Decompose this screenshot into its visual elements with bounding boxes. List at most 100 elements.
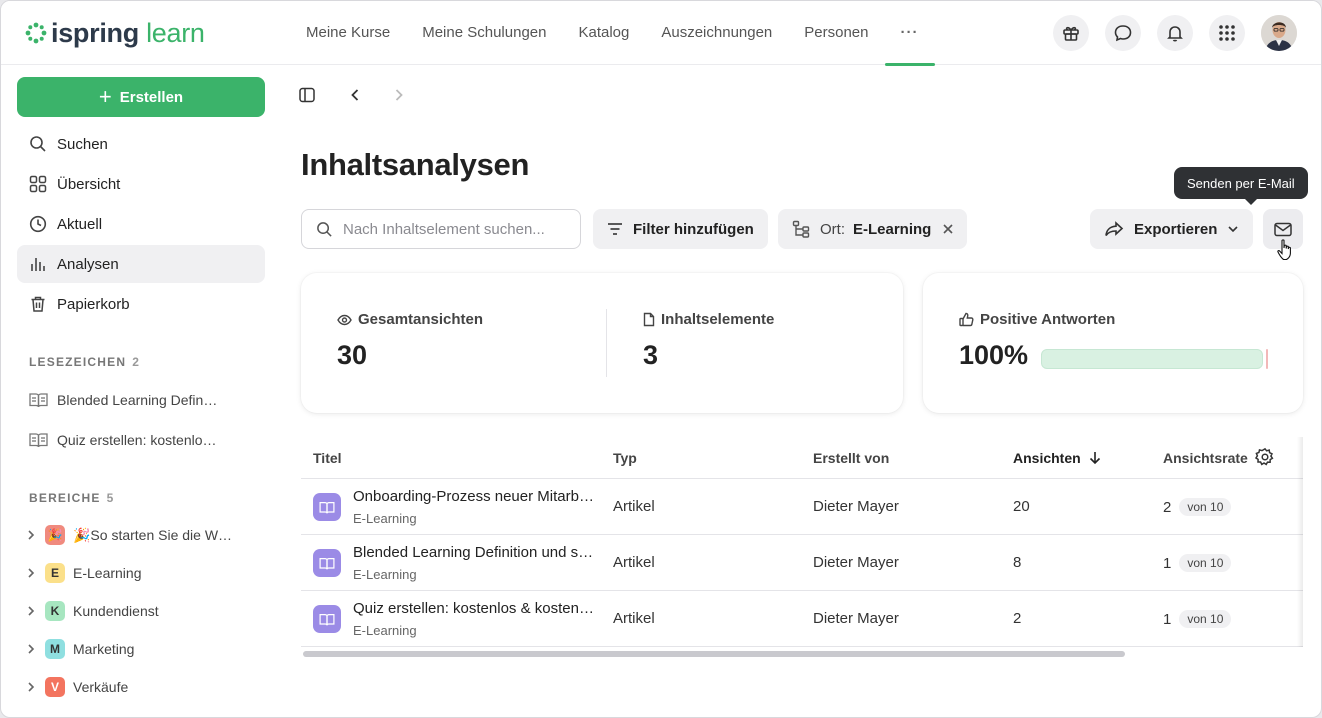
sidebar-item-suchen[interactable]: Suchen [17, 125, 265, 163]
bookmarks-section-title: LESEZEICHEN 2 [29, 355, 140, 369]
share-arrow-icon [1104, 221, 1124, 237]
area-label: Marketing [73, 641, 135, 657]
nav-personen[interactable]: Personen [788, 1, 884, 65]
bookmarks-title: LESEZEICHEN [29, 355, 127, 369]
areas-section-title: BEREICHE 5 [29, 491, 115, 505]
location-filter-chip[interactable]: Ort: E-Learning [778, 209, 968, 249]
chevron-right-icon[interactable] [27, 605, 39, 617]
gear-icon [1254, 447, 1274, 466]
article-icon [313, 605, 341, 633]
bookmark-item[interactable]: Quiz erstellen: kostenlo… [29, 430, 269, 450]
article-icon [313, 493, 341, 521]
horizontal-scrollbar[interactable] [303, 651, 1125, 657]
row-type: Artikel [613, 610, 655, 627]
chat-icon [1114, 25, 1132, 42]
row-rate-value: 2 [1163, 499, 1172, 516]
area-item-verkaeufe[interactable]: V Verkäufe [27, 676, 267, 698]
chat-button[interactable] [1105, 15, 1141, 51]
logo-word-learn: learn [146, 18, 205, 48]
column-header-created-by[interactable]: Erstellt von [813, 450, 889, 466]
total-views-metric: Gesamtansichten 30 [337, 311, 483, 371]
sidebar-item-uebersicht[interactable]: Übersicht [17, 165, 265, 203]
row-author: Dieter Mayer [813, 498, 899, 515]
nav-meine-schulungen[interactable]: Meine Schulungen [406, 1, 562, 65]
table-row[interactable]: Onboarding-Prozess neuer Mitarb… E-Learn… [301, 479, 1303, 535]
chevron-right-icon[interactable] [27, 681, 39, 693]
toggle-sidebar-button[interactable] [295, 83, 319, 107]
sidebar-item-label: Suchen [57, 135, 108, 153]
user-avatar[interactable] [1261, 15, 1297, 51]
row-author: Dieter Mayer [813, 610, 899, 627]
gift-icon [1063, 26, 1079, 41]
forward-button[interactable] [387, 83, 411, 107]
row-views: 20 [1013, 498, 1030, 515]
column-header-title[interactable]: Titel [313, 450, 342, 466]
bookmark-item[interactable]: Blended Learning Defin… [29, 390, 269, 410]
column-header-view-rate[interactable]: Ansichtsrate [1163, 450, 1248, 466]
column-header-type[interactable]: Typ [613, 450, 637, 466]
chevron-right-icon[interactable] [27, 643, 39, 655]
sidebar-item-papierkorb[interactable]: Papierkorb [17, 285, 265, 323]
table-settings-button[interactable] [1254, 447, 1275, 470]
sidebar-item-analysen[interactable]: Analysen [17, 245, 265, 283]
row-title[interactable]: Quiz erstellen: kostenlos & kosten… [353, 600, 594, 617]
remove-filter-icon[interactable] [943, 224, 953, 234]
chevron-down-icon [1227, 225, 1239, 233]
eye-icon [337, 314, 352, 326]
main-nav: Meine Kurse Meine Schulungen Katalog Aus… [290, 1, 935, 66]
content-table: Titel Typ Erstellt von Ansichten Ansicht… [301, 437, 1303, 647]
negative-answers-marker [1266, 349, 1268, 369]
apps-button[interactable] [1209, 15, 1245, 51]
nav-more-button[interactable]: ··· [884, 1, 935, 66]
search-input[interactable] [343, 220, 563, 238]
chevron-right-icon [395, 89, 403, 101]
area-item-marketing[interactable]: M Marketing [27, 638, 267, 660]
create-button-label: Erstellen [119, 88, 184, 106]
area-item-e-learning[interactable]: E E-Learning [27, 562, 267, 584]
area-badge: M [45, 639, 65, 659]
row-rate-value: 1 [1163, 555, 1172, 572]
area-item-kundendienst[interactable]: K Kundendienst [27, 600, 267, 622]
row-location: E-Learning [353, 567, 417, 582]
row-author: Dieter Mayer [813, 554, 899, 571]
table-row[interactable]: Quiz erstellen: kostenlos & kosten… E-Le… [301, 591, 1303, 647]
main-content: Inhaltsanalysen Filter hinzufügen Ort: E… [281, 65, 1321, 717]
thumbs-up-icon [959, 312, 974, 327]
area-item-so-starten[interactable]: 🎉 🎉So starten Sie die W… [27, 524, 267, 546]
plus-icon: + [98, 84, 112, 109]
logo[interactable]: ispring learn [25, 18, 205, 48]
nav-meine-kurse[interactable]: Meine Kurse [290, 1, 406, 65]
sidebar-item-label: Aktuell [57, 215, 103, 233]
sidebar-nav: Suchen Übersicht Aktuell Analysen Papier… [17, 125, 265, 325]
area-label: Verkäufe [73, 679, 129, 695]
send-email-tooltip: Senden per E-Mail [1174, 167, 1308, 205]
gift-button[interactable] [1053, 15, 1089, 51]
table-header: Titel Typ Erstellt von Ansichten Ansicht… [301, 437, 1303, 479]
area-badge: V [45, 677, 65, 697]
total-views-label: Gesamtansichten [358, 311, 484, 328]
back-button[interactable] [343, 83, 367, 107]
chevron-right-icon[interactable] [27, 567, 39, 579]
content-items-value: 3 [643, 340, 659, 370]
sidebar-item-aktuell[interactable]: Aktuell [17, 205, 265, 243]
chevron-right-icon[interactable] [27, 529, 39, 541]
add-filter-button[interactable]: Filter hinzufügen [593, 209, 768, 249]
search-icon [317, 221, 332, 237]
ispring-logo-icon [25, 22, 47, 44]
chevron-left-icon [351, 89, 359, 101]
logo-word-ispring: ispring [51, 18, 139, 48]
row-title[interactable]: Blended Learning Definition und s… [353, 544, 593, 561]
create-button[interactable]: + Erstellen [17, 77, 265, 117]
column-header-views[interactable]: Ansichten [1013, 450, 1101, 466]
user-avatar-image [1261, 15, 1297, 51]
export-button[interactable]: Exportieren [1090, 209, 1254, 249]
row-type: Artikel [613, 498, 655, 515]
row-title[interactable]: Onboarding-Prozess neuer Mitarb… [353, 488, 594, 505]
search-box[interactable] [301, 209, 581, 249]
row-view-rate: 1 von 10 [1163, 554, 1232, 572]
nav-katalog[interactable]: Katalog [562, 1, 645, 65]
nav-auszeichnungen[interactable]: Auszeichnungen [645, 1, 788, 65]
table-row[interactable]: Blended Learning Definition und s… E-Lea… [301, 535, 1303, 591]
notifications-button[interactable] [1157, 15, 1193, 51]
sort-down-icon [1089, 452, 1100, 465]
